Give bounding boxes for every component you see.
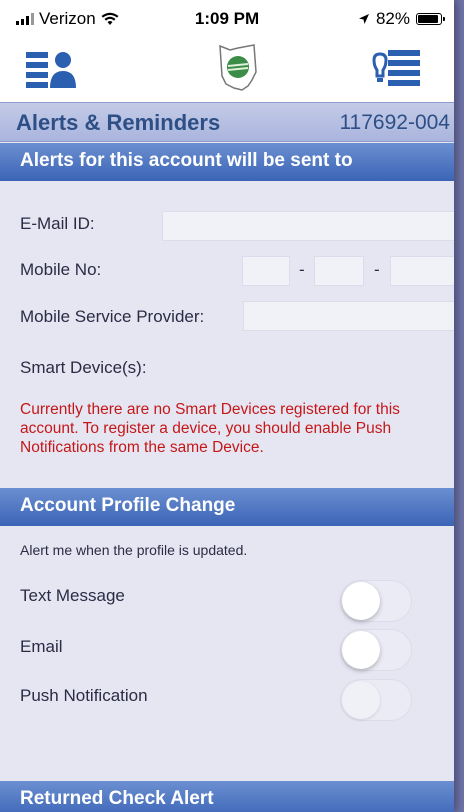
location-arrow-icon — [358, 14, 369, 24]
email-alert-label: Email — [20, 637, 63, 656]
text-message-toggle[interactable] — [340, 580, 412, 622]
smart-devices-label: Smart Device(s): — [20, 358, 147, 377]
mobile-provider-field[interactable] — [243, 301, 454, 331]
profile-change-section-header: Account Profile Change — [0, 488, 454, 526]
profile-change-hint: Alert me when the profile is updated. — [20, 542, 248, 558]
ohio-logo-icon — [219, 44, 257, 91]
text-message-label: Text Message — [20, 586, 125, 605]
no-devices-message: Currently there are no Smart Devices reg… — [20, 401, 400, 456]
mobile-dash-1: - — [299, 260, 305, 279]
mobile-prefix-field[interactable] — [314, 256, 364, 286]
mobile-dash-2: - — [374, 260, 380, 279]
alerts-section-header: Alerts for this account will be sent to — [0, 143, 454, 181]
page-title-bar: Alerts & Reminders 117692-004 — [0, 102, 454, 142]
email-field[interactable] — [162, 211, 454, 241]
profile-menu-button[interactable] — [22, 44, 78, 94]
status-right: 82% — [358, 9, 445, 29]
status-bar: Verizon 1:09 PM 82% — [0, 0, 454, 36]
email-alert-toggle[interactable] — [340, 629, 412, 671]
push-notification-label: Push Notification — [20, 686, 148, 705]
account-number: 117692-004 — [339, 111, 450, 134]
push-notification-toggle[interactable] — [340, 679, 412, 721]
toggle-knob — [342, 582, 380, 620]
toggle-knob — [342, 681, 380, 719]
bill-list-icon — [372, 50, 420, 86]
battery-percent: 82% — [375, 9, 410, 28]
phone-screen: Verizon 1:09 PM 82% Alerts & Reminders 1… — [0, 0, 454, 812]
toggle-knob — [342, 631, 380, 669]
bill-list-button[interactable] — [368, 44, 424, 94]
page-title: Alerts & Reminders — [16, 110, 221, 135]
ohio-logo — [214, 42, 262, 94]
battery-icon — [416, 13, 445, 25]
mobile-label: Mobile No: — [20, 260, 102, 279]
returned-check-section-header: Returned Check Alert — [0, 781, 454, 812]
nav-bar — [0, 36, 454, 102]
email-label: E-Mail ID: — [20, 214, 95, 233]
mobile-line-number-field[interactable] — [390, 256, 454, 286]
profile-menu-icon — [26, 52, 76, 88]
provider-label: Mobile Service Provider: — [20, 307, 205, 326]
mobile-area-code-field[interactable] — [242, 256, 290, 286]
